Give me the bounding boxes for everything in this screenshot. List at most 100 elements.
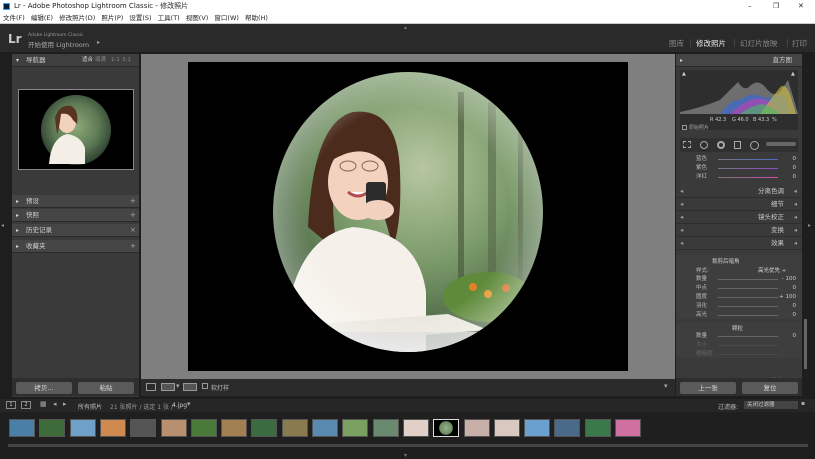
collapse-top-icon[interactable]: ▴ — [404, 24, 407, 31]
before-after-menu-icon[interactable]: ▾ — [176, 382, 180, 390]
grain-roughness-slider[interactable]: 粗糙度 — [676, 350, 802, 359]
menu-window[interactable]: 窗口(W) — [214, 14, 239, 22]
source-label[interactable]: 所有照片 — [78, 402, 102, 411]
filmstrip-thumbnail[interactable] — [524, 419, 551, 437]
photo-canvas[interactable] — [141, 54, 675, 379]
toolbar-menu-icon[interactable]: ▾ — [664, 382, 668, 390]
filmstrip-thumbnail[interactable] — [372, 419, 399, 437]
original-photo-checkbox[interactable] — [682, 125, 687, 130]
right-scrollbar[interactable] — [804, 319, 807, 369]
back-arrow-icon[interactable]: ◂ — [53, 400, 57, 408]
menu-view[interactable]: 视图(V) — [186, 14, 209, 22]
filmstrip-thumbnail[interactable] — [130, 419, 157, 437]
forward-arrow-icon[interactable]: ▸ — [63, 400, 67, 408]
histogram-header[interactable]: 直方图 — [676, 54, 802, 67]
menu-photo[interactable]: 照片(P) — [101, 14, 123, 22]
grain-size-slider[interactable]: 大小 — [676, 341, 802, 350]
filmstrip-thumbnail[interactable] — [493, 419, 520, 437]
softproof-checkbox[interactable] — [202, 383, 208, 389]
reset-button[interactable]: 复位 — [742, 382, 798, 394]
clear-history-icon[interactable]: × — [130, 226, 136, 234]
filter-lock-icon[interactable]: ▪ — [801, 400, 805, 407]
filmstrip-thumbnail[interactable] — [69, 419, 96, 437]
identity-line2[interactable]: 开始使用 Lightroom — [28, 39, 89, 49]
right-panel-toggle-icon[interactable]: ▸ — [808, 222, 811, 229]
blue-slider[interactable]: 蓝色 0 — [676, 155, 802, 164]
before-after-icon[interactable] — [161, 383, 175, 391]
split-toning-panel[interactable]: 分离色调 — [676, 185, 802, 198]
filename-menu-icon[interactable]: ▾ — [187, 400, 191, 408]
close-button[interactable]: ✕ — [798, 0, 804, 13]
minimize-button[interactable]: – — [748, 0, 752, 13]
filmstrip-thumbnail[interactable] — [463, 419, 490, 437]
filter-select[interactable]: 关闭过滤器 — [744, 401, 798, 409]
module-develop[interactable]: 修改照片 — [696, 38, 726, 49]
module-slideshow[interactable]: 幻灯片放映 — [740, 38, 778, 49]
filmstrip-thumbnail[interactable] — [160, 419, 187, 437]
add-collection-icon[interactable]: + — [130, 242, 136, 250]
vignette-style-select[interactable]: 高光优先 ÷ — [758, 266, 786, 274]
filmstrip-thumbnail[interactable] — [251, 419, 278, 437]
filmstrip-scrollbar[interactable] — [8, 444, 808, 447]
add-preset-icon[interactable]: + — [130, 197, 136, 205]
vignette-feather-slider[interactable]: 羽化 0 — [676, 302, 802, 311]
zoom-3-1[interactable]: 3:1 — [122, 54, 131, 67]
detail-panel[interactable]: 细节 — [676, 198, 802, 211]
filmstrip-thumbnail[interactable] — [312, 419, 338, 437]
menu-settings[interactable]: 设置(S) — [129, 14, 151, 22]
add-snapshot-icon[interactable]: + — [130, 211, 136, 219]
filmstrip-thumbnail[interactable] — [584, 419, 611, 437]
filmstrip-thumbnail[interactable] — [342, 419, 369, 437]
highlight-clip-icon[interactable]: ▲ — [791, 71, 795, 77]
page1-button[interactable]: 1 — [6, 401, 16, 409]
magenta-slider[interactable]: 洋红 0 — [676, 173, 802, 182]
zoom-fill[interactable]: 填满 — [95, 54, 106, 67]
zoom-fit[interactable]: 适合 — [82, 54, 93, 67]
module-library[interactable]: 图库 — [669, 38, 684, 49]
grain-amount-slider[interactable]: 数量 0 — [676, 332, 802, 341]
filmstrip-thumbnail[interactable] — [99, 419, 126, 437]
filmstrip-thumbnail[interactable] — [221, 419, 248, 437]
page2-button[interactable]: 2 — [21, 401, 31, 409]
history-panel[interactable]: 历史记录 — [12, 224, 139, 237]
menu-develop[interactable]: 修改照片(D) — [59, 14, 95, 22]
radial-filter-icon[interactable] — [750, 141, 759, 150]
loupe-view-icon[interactable] — [146, 383, 156, 391]
spot-removal-icon[interactable] — [700, 141, 708, 149]
yy-compare-icon[interactable] — [183, 383, 197, 391]
collections-panel[interactable]: 收藏夹 — [12, 240, 139, 253]
filmstrip-thumbnail[interactable] — [190, 419, 217, 437]
adjustment-brush-icon[interactable] — [766, 142, 796, 146]
histogram[interactable]: ▲ ▲ R 42.3 G 46.0 B 43.3 % — [680, 70, 798, 130]
crop-tool-icon[interactable] — [683, 141, 691, 148]
snapshots-panel[interactable]: 快照 — [12, 209, 139, 222]
red-eye-icon[interactable] — [717, 141, 725, 149]
module-print[interactable]: 打印 — [792, 38, 807, 49]
filmstrip-thumbnail[interactable] — [39, 419, 66, 437]
filmstrip-thumbnail[interactable] — [281, 419, 308, 437]
transform-panel[interactable]: 变换 — [676, 224, 802, 237]
identity-arrow-icon[interactable]: ▸ — [97, 39, 100, 46]
filename-label[interactable]: 4.jpg — [172, 402, 187, 409]
filmstrip-thumbnail[interactable] — [402, 419, 429, 437]
filmstrip-thumbnail[interactable] — [9, 419, 35, 437]
menu-help[interactable]: 帮助(H) — [245, 14, 268, 22]
navigator-header[interactable]: 导航器 适合 填满 1:1 3:1 — [12, 54, 139, 67]
menu-tools[interactable]: 工具(T) — [158, 14, 180, 22]
filmstrip-thumbnail[interactable] — [554, 419, 581, 437]
graduated-filter-icon[interactable] — [734, 141, 741, 149]
menu-file[interactable]: 文件(F) — [3, 14, 25, 22]
vignette-highlights-slider[interactable]: 高光 0 — [676, 311, 802, 320]
copy-button[interactable]: 拷贝... — [16, 382, 72, 394]
vignette-amount-slider[interactable]: 数量 - 100 — [676, 275, 802, 284]
left-panel-toggle-icon[interactable]: ◂ — [1, 222, 4, 229]
shadow-clip-icon[interactable]: ▲ — [682, 71, 686, 77]
filmstrip-thumbnail[interactable] — [433, 419, 460, 437]
zoom-1-1[interactable]: 1:1 — [111, 54, 120, 67]
navigator-preview[interactable] — [18, 89, 134, 170]
presets-panel[interactable]: 预设 — [12, 195, 139, 208]
collapse-bottom-icon[interactable]: ▾ — [404, 452, 407, 459]
previous-button[interactable]: 上一张 — [680, 382, 736, 394]
maximize-button[interactable]: ❐ — [773, 0, 779, 13]
effects-panel[interactable]: 效果 — [676, 237, 802, 250]
